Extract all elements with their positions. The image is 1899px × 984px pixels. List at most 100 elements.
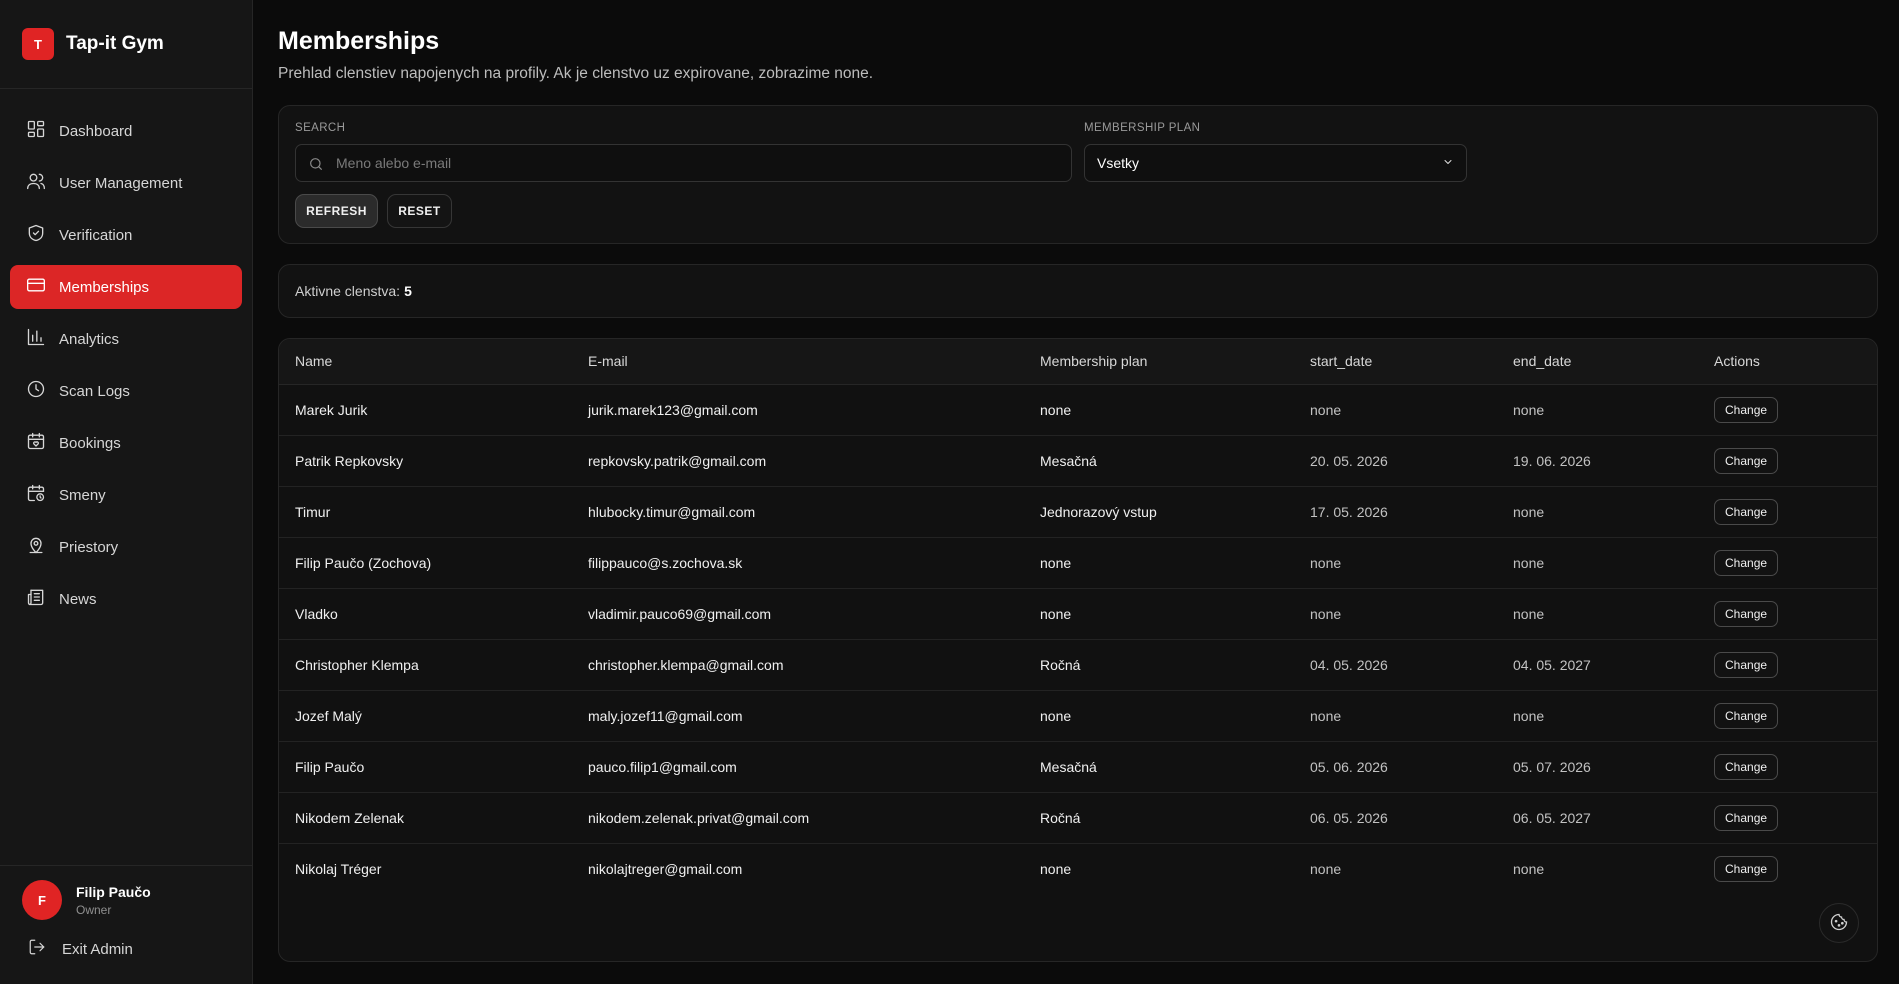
cell-plan: Jednorazový vstup (1024, 485, 1294, 537)
sidebar-item-bookings[interactable]: Bookings (10, 421, 242, 465)
change-button[interactable]: Change (1714, 702, 1779, 729)
sidebar-item-smeny[interactable]: Smeny (10, 473, 242, 517)
cell-end-date: 06. 05. 2027 (1497, 791, 1698, 843)
sidebar-item-label: Smeny (59, 486, 106, 504)
sidebar-item-label: News (59, 590, 97, 608)
cell-plan: Ročná (1024, 638, 1294, 690)
cell-end-date: none (1497, 842, 1698, 894)
change-button[interactable]: Change (1714, 447, 1779, 474)
clock-icon (26, 379, 46, 403)
page-subtitle: Prehlad clenstiev napojenych na profily.… (278, 65, 874, 82)
exit-admin-button[interactable]: Exit Admin (22, 938, 230, 960)
cell-end-date: 19. 06. 2026 (1497, 434, 1698, 486)
table-row: Vladko vladimir.pauco69@gmail.com none n… (279, 587, 1877, 639)
sidebar-item-user-management[interactable]: User Management (10, 161, 242, 205)
cell-end-date: none (1497, 689, 1698, 741)
cell-email: hlubocky.timur@gmail.com (572, 485, 1024, 537)
column-header-end-date[interactable]: end_date (1497, 339, 1698, 385)
active-memberships-summary: Aktivne clenstva: 5 (278, 264, 1878, 318)
cell-end-date: none (1513, 401, 1545, 418)
reset-button[interactable]: RESET (387, 194, 452, 228)
cell-actions: Change (1698, 791, 1877, 843)
column-header-email[interactable]: E-mail (572, 339, 1024, 385)
cell-email: pauco.filip1@gmail.com (572, 740, 1024, 792)
cell-start-date: none (1294, 587, 1497, 639)
brand-logo: T (22, 28, 54, 60)
cell-actions: Change (1698, 587, 1877, 639)
cell-plan: none (1024, 536, 1294, 588)
sidebar-item-memberships[interactable]: Memberships (10, 265, 242, 309)
cell-start-date: none (1294, 689, 1497, 741)
change-button[interactable]: Change (1714, 549, 1779, 576)
sidebar: T Tap-it Gym Dashboard User Management V… (0, 0, 253, 984)
cell-name: Filip Paučo (279, 740, 572, 792)
change-button[interactable]: Change (1714, 855, 1779, 882)
cell-end-date: none (1497, 485, 1698, 537)
sidebar-item-news[interactable]: News (10, 577, 242, 621)
cell-start-date: 04. 05. 2026 (1294, 638, 1497, 690)
column-header-actions: Actions (1698, 339, 1877, 385)
sidebar-item-priestory[interactable]: Priestory (10, 525, 242, 569)
cell-name: Vladko (279, 587, 572, 639)
cell-start-date: 17. 05. 2026 (1294, 485, 1497, 537)
sidebar-item-verification[interactable]: Verification (10, 213, 242, 257)
sidebar-item-label: Priestory (59, 538, 119, 556)
search-field[interactable] (295, 144, 1072, 182)
exit-admin-label: Exit Admin (62, 940, 133, 958)
cell-end-date: none (1497, 587, 1698, 639)
brand[interactable]: T Tap-it Gym (0, 0, 252, 89)
cell-actions: Change (1698, 689, 1877, 741)
active-memberships-count: 5 (404, 283, 412, 299)
cell-start-date: 05. 06. 2026 (1294, 740, 1497, 792)
change-button[interactable]: Change (1714, 396, 1779, 423)
cell-name: Nikodem Zelenak (279, 791, 572, 843)
column-header-start-date[interactable]: start_date (1294, 339, 1497, 385)
cell-name: Filip Paučo (Zochova) (279, 536, 572, 588)
cell-actions: Change (1698, 842, 1877, 894)
change-button[interactable]: Change (1714, 753, 1779, 780)
brand-name: Tap-it Gym (66, 33, 164, 54)
sidebar-item-label: User Management (59, 174, 183, 192)
refresh-button[interactable]: REFRESH (295, 194, 378, 228)
table-header-row: Name E-mail Membership plan start_date e… (279, 339, 1877, 385)
table-row: Nikolaj Tréger nikolajtreger@gmail.com n… (279, 842, 1877, 894)
cell-plan: none (1024, 587, 1294, 639)
change-button[interactable]: Change (1714, 498, 1779, 525)
cell-start-date: none (1294, 842, 1497, 894)
sidebar-item-dashboard[interactable]: Dashboard (10, 109, 242, 153)
column-header-membership-plan[interactable]: Membership plan (1024, 339, 1294, 385)
credit-card-icon (26, 275, 46, 299)
cell-actions: Change (1698, 638, 1877, 690)
column-header-name[interactable]: Name (279, 339, 572, 385)
cell-plan: Mesačná (1024, 740, 1294, 792)
cell-email: jurik.marek123@gmail.com (588, 401, 758, 418)
sidebar-item-analytics[interactable]: Analytics (10, 317, 242, 361)
user-role: Owner (76, 902, 112, 917)
cell-plan: none (1024, 689, 1294, 741)
cell-plan: Ročná (1024, 791, 1294, 843)
table-row: Patrik Repkovsky repkovsky.patrik@gmail.… (279, 434, 1877, 486)
calendar-clock-icon (26, 483, 46, 507)
cell-start-date: 20. 05. 2026 (1294, 434, 1497, 486)
user-name: Filip Paučo (76, 883, 151, 900)
cell-plan: none (1024, 842, 1294, 894)
cell-name: Jozef Malý (279, 689, 572, 741)
membership-plan-select[interactable]: Vsetky (1084, 144, 1467, 182)
search-input[interactable] (336, 145, 1056, 181)
sidebar-item-scan-logs[interactable]: Scan Logs (10, 369, 242, 413)
change-button[interactable]: Change (1714, 600, 1779, 627)
cell-start-date: none (1310, 401, 1342, 418)
sidebar-item-label: Analytics (59, 330, 120, 348)
chevron-down-icon (1442, 155, 1454, 171)
cookie-settings-button[interactable] (1819, 903, 1859, 943)
change-button[interactable]: Change (1714, 804, 1779, 831)
membership-plan-value: Vsetky (1097, 155, 1140, 171)
bar-chart-icon (26, 327, 46, 351)
cell-actions: Change (1698, 434, 1877, 486)
map-pin-icon (26, 535, 46, 559)
change-button[interactable]: Change (1714, 651, 1779, 678)
user-profile[interactable]: F Filip Paučo Owner (22, 880, 230, 920)
user-meta: Filip Paučo Owner (76, 884, 151, 917)
sidebar-item-label: Dashboard (59, 122, 133, 140)
cell-end-date: 05. 07. 2026 (1497, 740, 1698, 792)
